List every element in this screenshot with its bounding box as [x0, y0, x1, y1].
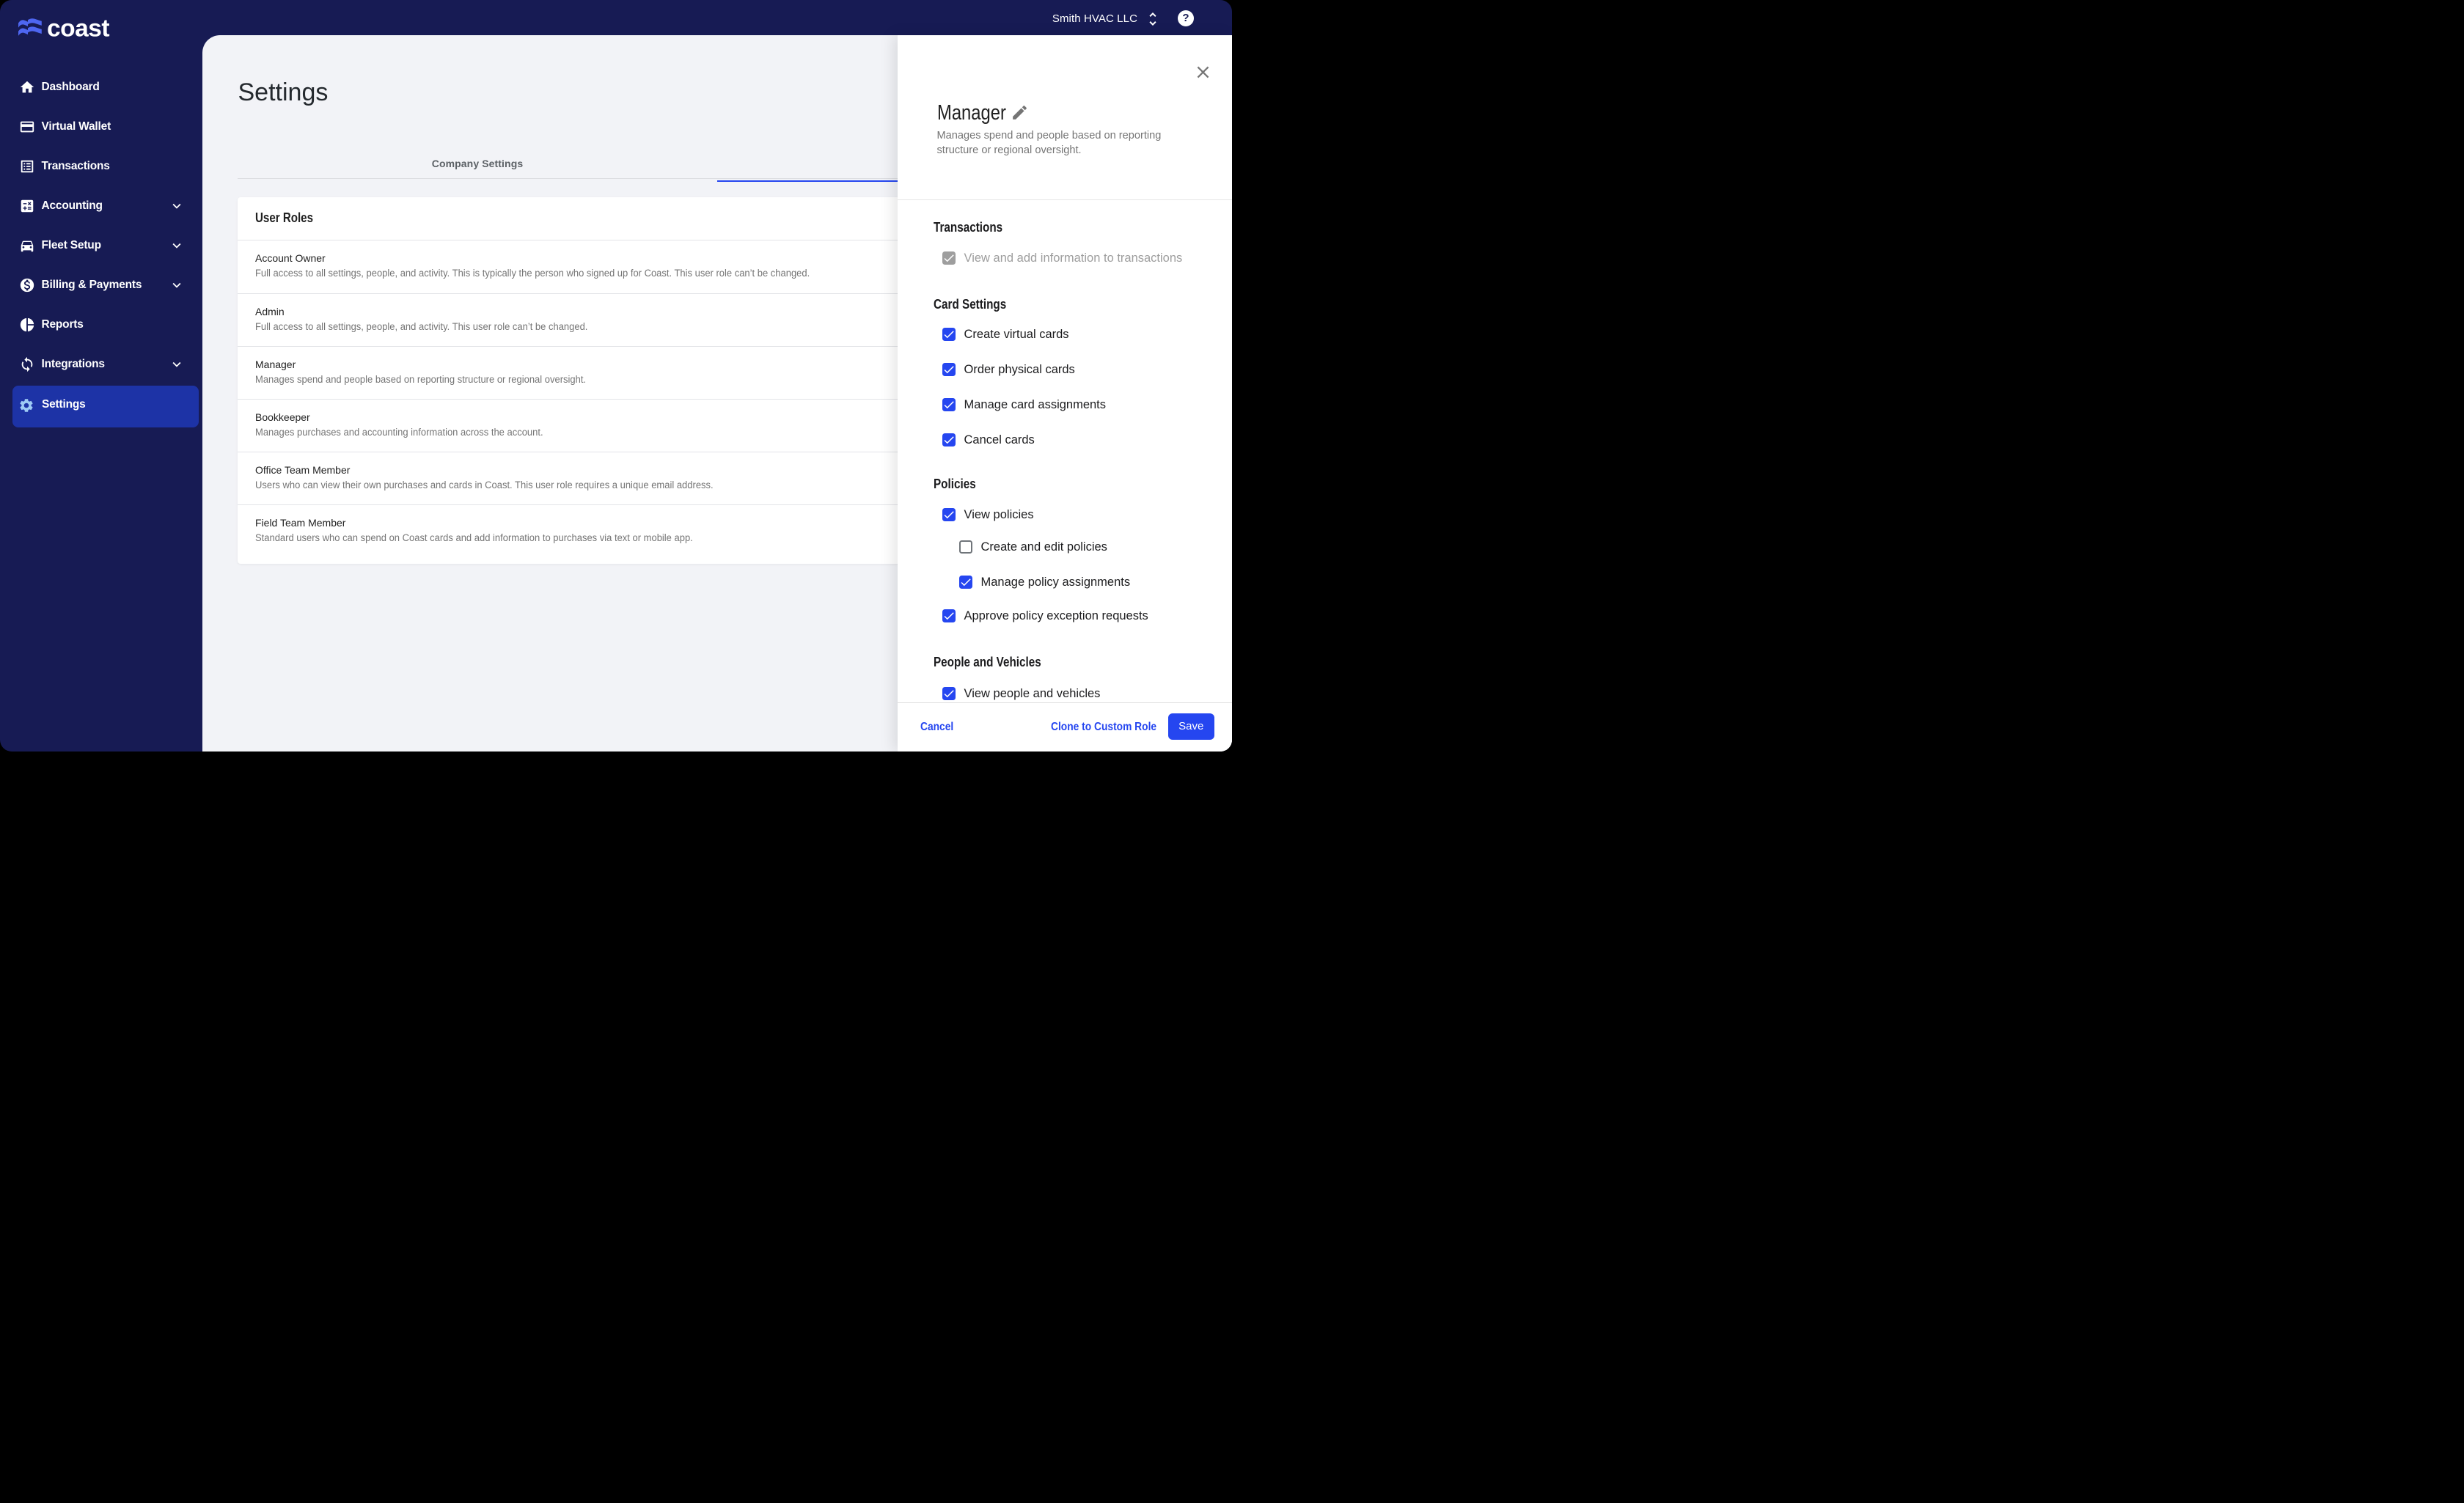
svg-text:coast: coast	[47, 17, 109, 43]
